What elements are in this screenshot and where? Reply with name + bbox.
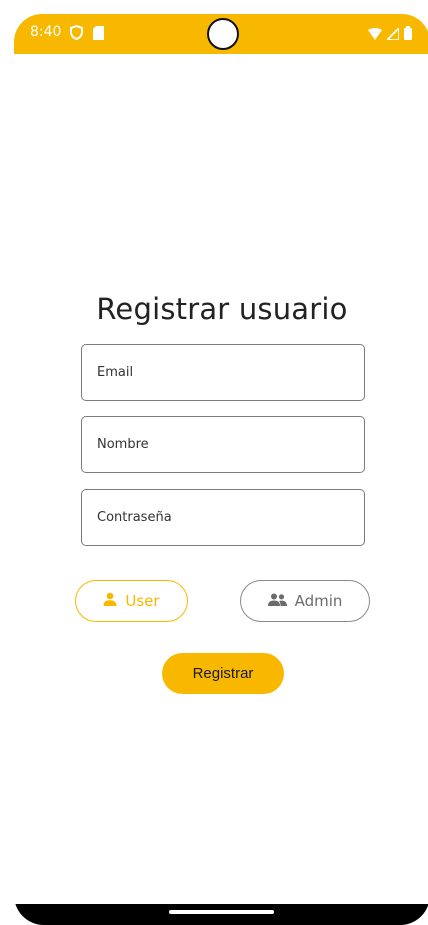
register-button[interactable]: Registrar — [162, 653, 284, 694]
person-icon — [103, 592, 117, 610]
phone-screen: 8:40 Registrar usuario Email Nombre User… — [14, 14, 428, 925]
status-left-icons — [70, 24, 104, 44]
home-indicator[interactable] — [169, 910, 274, 914]
sd-card-icon — [93, 25, 104, 44]
navigation-bar — [14, 904, 428, 925]
email-field[interactable] — [81, 344, 365, 401]
people-icon — [267, 592, 287, 610]
password-field[interactable] — [81, 489, 365, 546]
status-right-icons — [368, 25, 412, 44]
password-input[interactable] — [97, 510, 364, 525]
wifi-icon — [368, 25, 382, 44]
admin-role-label: Admin — [294, 592, 343, 610]
status-bar: 8:40 — [14, 14, 428, 54]
camera-cutout — [207, 18, 239, 50]
signal-icon — [384, 25, 400, 44]
shield-icon — [70, 24, 83, 44]
name-field[interactable] — [81, 416, 365, 473]
page-title: Registrar usuario — [96, 292, 348, 326]
admin-role-button[interactable]: Admin — [240, 580, 370, 622]
name-input[interactable] — [97, 437, 364, 452]
user-role-label: User — [125, 592, 160, 610]
email-input[interactable] — [97, 365, 364, 380]
battery-icon — [404, 25, 412, 44]
user-role-button[interactable]: User — [75, 580, 188, 622]
status-time: 8:40 — [30, 24, 62, 40]
